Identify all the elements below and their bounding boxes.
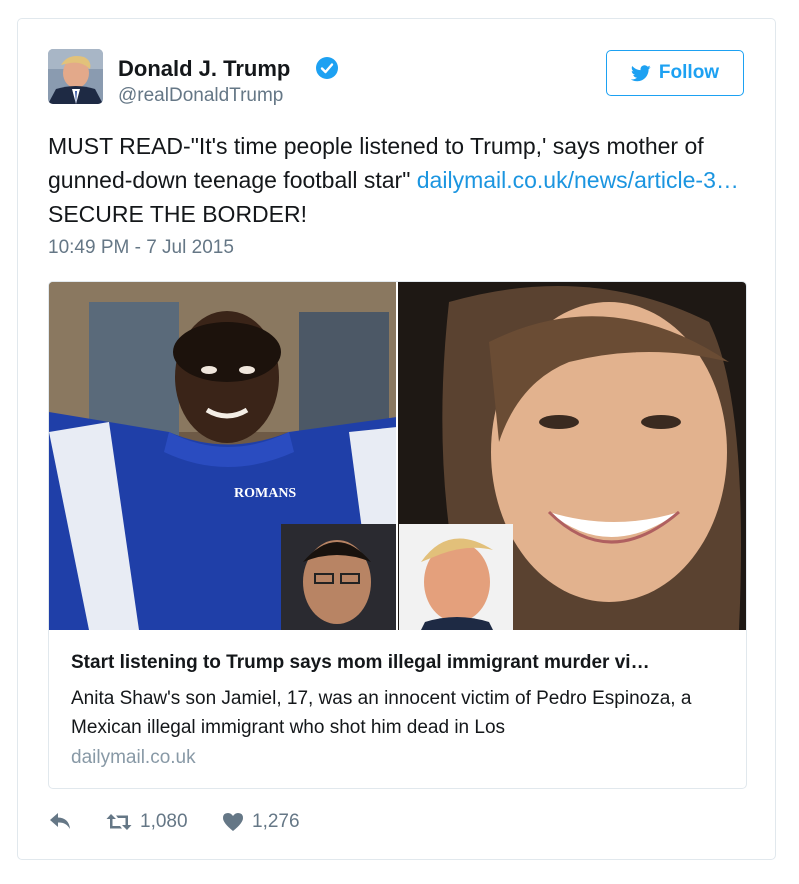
reply-button[interactable] bbox=[48, 811, 72, 831]
heart-icon bbox=[223, 813, 243, 831]
like-button[interactable]: 1,276 bbox=[222, 811, 300, 833]
card-title: Start listening to Trump says mom illega… bbox=[71, 652, 650, 673]
tweet-text-end: SECURE THE BORDER! bbox=[48, 201, 308, 227]
user-name[interactable]: Donald J. Trump bbox=[118, 56, 290, 82]
link-preview-card[interactable]: ROMANS Start listening to Trump says mom… bbox=[48, 281, 747, 789]
retweet-icon bbox=[106, 814, 132, 830]
card-description: Anita Shaw's son Jamiel, 17, was an inno… bbox=[71, 688, 692, 738]
avatar[interactable] bbox=[48, 49, 103, 104]
tweet-card: Donald J. Trump @realDonaldTrump Follow … bbox=[17, 18, 776, 860]
like-count: 1,276 bbox=[252, 811, 300, 832]
tweet-timestamp[interactable]: 10:49 PM - 7 Jul 2015 bbox=[48, 237, 234, 259]
card-image: ROMANS bbox=[49, 282, 746, 630]
jersey-text: ROMANS bbox=[234, 486, 296, 501]
article-link[interactable]: dailymail.co.uk/news/article-3… bbox=[417, 167, 739, 193]
verified-badge-icon bbox=[316, 57, 338, 79]
follow-label: Follow bbox=[658, 62, 720, 83]
twitter-bird-icon bbox=[630, 64, 651, 81]
retweet-count: 1,080 bbox=[140, 811, 188, 832]
user-handle[interactable]: @realDonaldTrump bbox=[118, 85, 283, 107]
avatar-image bbox=[48, 49, 103, 104]
reply-icon bbox=[50, 813, 70, 829]
retweet-button[interactable]: 1,080 bbox=[106, 811, 188, 833]
card-domain: dailymail.co.uk bbox=[71, 747, 196, 768]
tweet-text: MUST READ-"It's time people listened to … bbox=[48, 129, 758, 231]
follow-button[interactable]: Follow bbox=[606, 50, 744, 96]
